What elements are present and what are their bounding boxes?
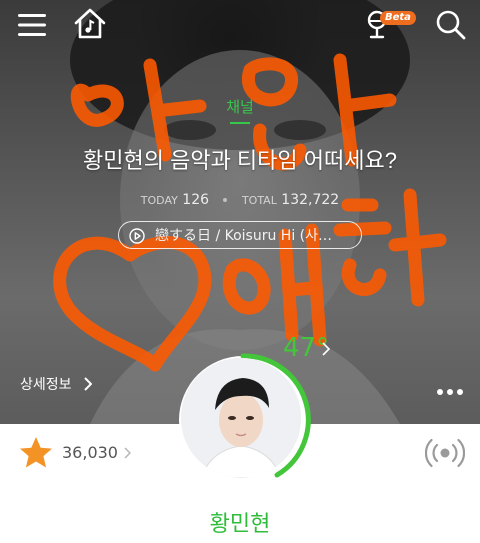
chevron-right-icon[interactable]: [84, 377, 92, 391]
top-bar: Beta: [0, 0, 480, 50]
artist-name: 황민현: [209, 512, 271, 537]
now-playing-track: 戀する日 / Koisuru Hi (사…: [155, 228, 333, 244]
channel-title: 황민현의 음악과 티타임 어떠세요?: [83, 148, 397, 173]
detail-info-link[interactable]: 상세정보: [20, 374, 72, 394]
star-icon[interactable]: [18, 435, 54, 471]
play-icon: [129, 228, 145, 244]
music-home-icon[interactable]: [72, 6, 108, 42]
today-label: TODAY: [140, 194, 178, 207]
search-icon[interactable]: [434, 8, 468, 42]
live-radio-icon[interactable]: [425, 433, 465, 473]
now-playing-button[interactable]: 戀する日 / Koisuru Hi (사…: [118, 221, 362, 249]
artist-photo: [181, 358, 301, 478]
beta-badge: Beta: [380, 11, 416, 25]
like-chevron-icon[interactable]: [124, 447, 131, 459]
like-count[interactable]: 36,030: [62, 443, 118, 462]
artist-avatar[interactable]: [181, 358, 301, 478]
more-options-icon[interactable]: [435, 386, 465, 398]
channel-category-label: 채널: [226, 98, 254, 116]
today-count: 126: [182, 192, 210, 208]
stats-separator: [223, 198, 228, 202]
total-count: 132,722: [281, 192, 340, 208]
temperature-chevron-icon[interactable]: [322, 342, 330, 356]
category-underline: [230, 122, 250, 124]
total-label: TOTAL: [241, 194, 277, 207]
visitor-stats: TODAY 126 TOTAL 132,722: [0, 192, 480, 208]
hamburger-menu-icon[interactable]: [16, 10, 48, 40]
